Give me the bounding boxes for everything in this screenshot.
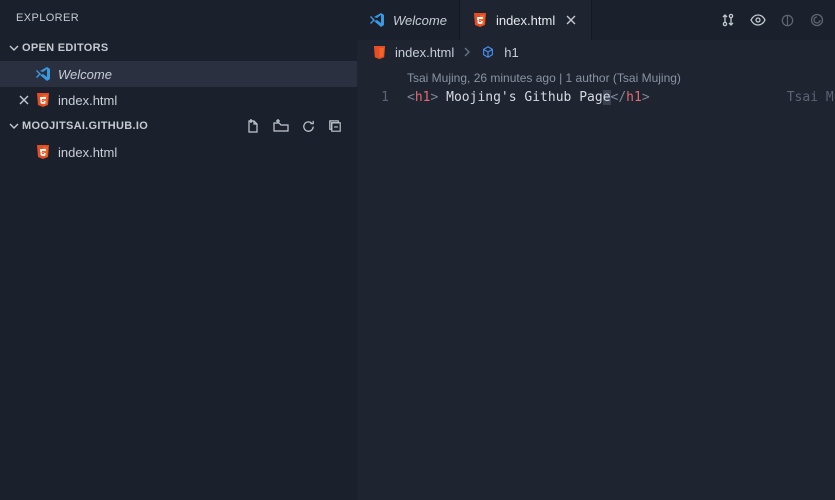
editor-area: Welcome index.html — [357, 0, 835, 500]
vscode-icon — [369, 12, 385, 28]
close-icon[interactable] — [563, 12, 579, 28]
html-file-icon — [34, 91, 52, 109]
collapse-all-icon[interactable] — [328, 118, 343, 134]
file-item[interactable]: index.html — [0, 139, 357, 165]
more-actions-icon[interactable] — [809, 12, 825, 28]
refresh-icon[interactable] — [301, 118, 316, 134]
compare-changes-icon[interactable] — [720, 12, 736, 28]
open-editors-heading[interactable]: OPEN EDITORS — [0, 35, 357, 61]
split-editor-icon[interactable] — [780, 13, 795, 28]
run-preview-icon[interactable] — [750, 12, 766, 28]
new-file-icon[interactable] — [245, 118, 261, 134]
symbol-cube-icon — [480, 44, 496, 60]
chevron-right-icon — [462, 47, 472, 57]
tab-actions — [710, 0, 835, 40]
new-folder-icon[interactable] — [273, 118, 289, 134]
sidebar-title: EXPLORER — [0, 0, 357, 35]
html-file-icon — [34, 143, 52, 161]
open-editor-label: Welcome — [58, 67, 112, 82]
open-editor-item[interactable]: index.html — [0, 87, 357, 113]
html-file-icon — [472, 12, 488, 28]
breadcrumb-symbol: h1 — [504, 45, 518, 60]
open-editor-item[interactable]: Welcome — [0, 61, 357, 87]
breadcrumb-file: index.html — [395, 45, 454, 60]
chevron-down-icon — [6, 120, 22, 132]
tab-index-html[interactable]: index.html — [460, 0, 592, 40]
tab-label: Welcome — [393, 13, 447, 28]
line-number: 1 — [357, 88, 397, 108]
breadcrumbs[interactable]: index.html h1 — [357, 40, 835, 64]
open-editor-label: index.html — [58, 93, 117, 108]
inline-blame: Tsai Mujin — [787, 88, 835, 108]
open-editors-label: OPEN EDITORS — [22, 42, 109, 54]
tab-welcome[interactable]: Welcome — [357, 0, 460, 40]
code-editor[interactable]: Tsai Mujing, 26 minutes ago | 1 author (… — [357, 64, 835, 500]
folder-name: MOOJITSAI.GITHUB.IO — [22, 120, 245, 132]
code-line: <h1> Moojing's Github Page</h1> — [407, 88, 650, 108]
file-label: index.html — [58, 145, 117, 160]
close-icon[interactable] — [16, 94, 32, 106]
workspace-folder-row[interactable]: MOOJITSAI.GITHUB.IO — [0, 113, 357, 139]
vscode-icon — [34, 65, 52, 83]
tab-label: index.html — [496, 13, 555, 28]
tab-bar: Welcome index.html — [357, 0, 835, 40]
chevron-down-icon — [6, 42, 22, 54]
git-codelens[interactable]: Tsai Mujing, 26 minutes ago | 1 author (… — [407, 68, 681, 88]
explorer-sidebar: EXPLORER OPEN EDITORS Welcome index.html… — [0, 0, 357, 500]
html-file-icon — [371, 44, 387, 60]
